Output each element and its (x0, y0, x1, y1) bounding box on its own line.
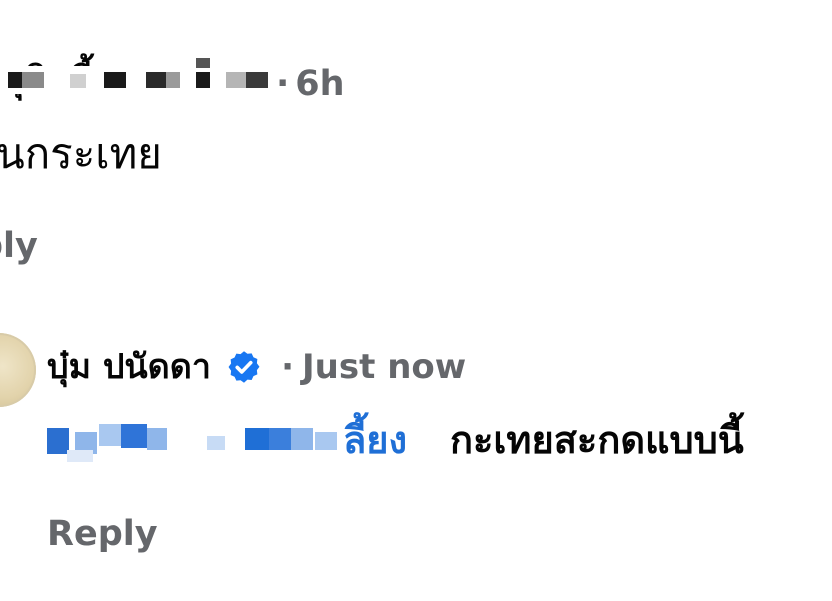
redaction-block (146, 72, 166, 88)
reply-button[interactable]: ply (0, 224, 38, 268)
comment-body: ลี้ยง กะเทยสะกดแบบนี้ (47, 414, 832, 466)
redaction-block (70, 74, 86, 88)
mention-link-text[interactable]: ลี้ยง (343, 414, 407, 466)
redaction-block (166, 72, 180, 88)
redaction-block (291, 428, 313, 450)
redaction-block (245, 428, 269, 450)
comment-header-1: ชุติ เลี้ยง ·6h (0, 52, 380, 108)
redaction-block (121, 424, 147, 448)
profile-avatar[interactable] (0, 333, 36, 407)
comment-thread: ชุติ เลี้ยง ·6h นกระเทย ply บุ๋ม ปนัดดา … (0, 0, 832, 601)
reply-button[interactable]: Reply (47, 512, 158, 556)
redaction-block (196, 58, 210, 68)
redaction-block (147, 428, 167, 450)
redaction-block (269, 428, 291, 450)
redaction-block (315, 432, 337, 450)
mention-link-redacted[interactable]: ลี้ยง (47, 414, 437, 466)
comment-text: นกระเทย (0, 129, 162, 178)
redaction-block (196, 72, 210, 88)
redaction-block (246, 72, 268, 88)
comment-text: กะเทยสะกดแบบนี้ (450, 418, 744, 462)
redaction-block (207, 436, 225, 450)
redaction-block (67, 450, 93, 462)
redaction-block (22, 72, 44, 88)
redaction-block (99, 424, 121, 446)
comment-header-2: บุ๋ม ปนัดดา · Just now (47, 344, 466, 394)
redaction-block (226, 72, 246, 88)
redaction-block (47, 428, 69, 454)
redaction-block (104, 72, 126, 88)
redaction-block (8, 72, 22, 88)
comment-timestamp[interactable]: · Just now (281, 344, 466, 390)
comment-author-name[interactable]: บุ๋ม ปนัดดา (47, 344, 211, 390)
comment-timestamp[interactable]: · 6h (276, 64, 345, 104)
verified-badge-icon (228, 351, 260, 383)
